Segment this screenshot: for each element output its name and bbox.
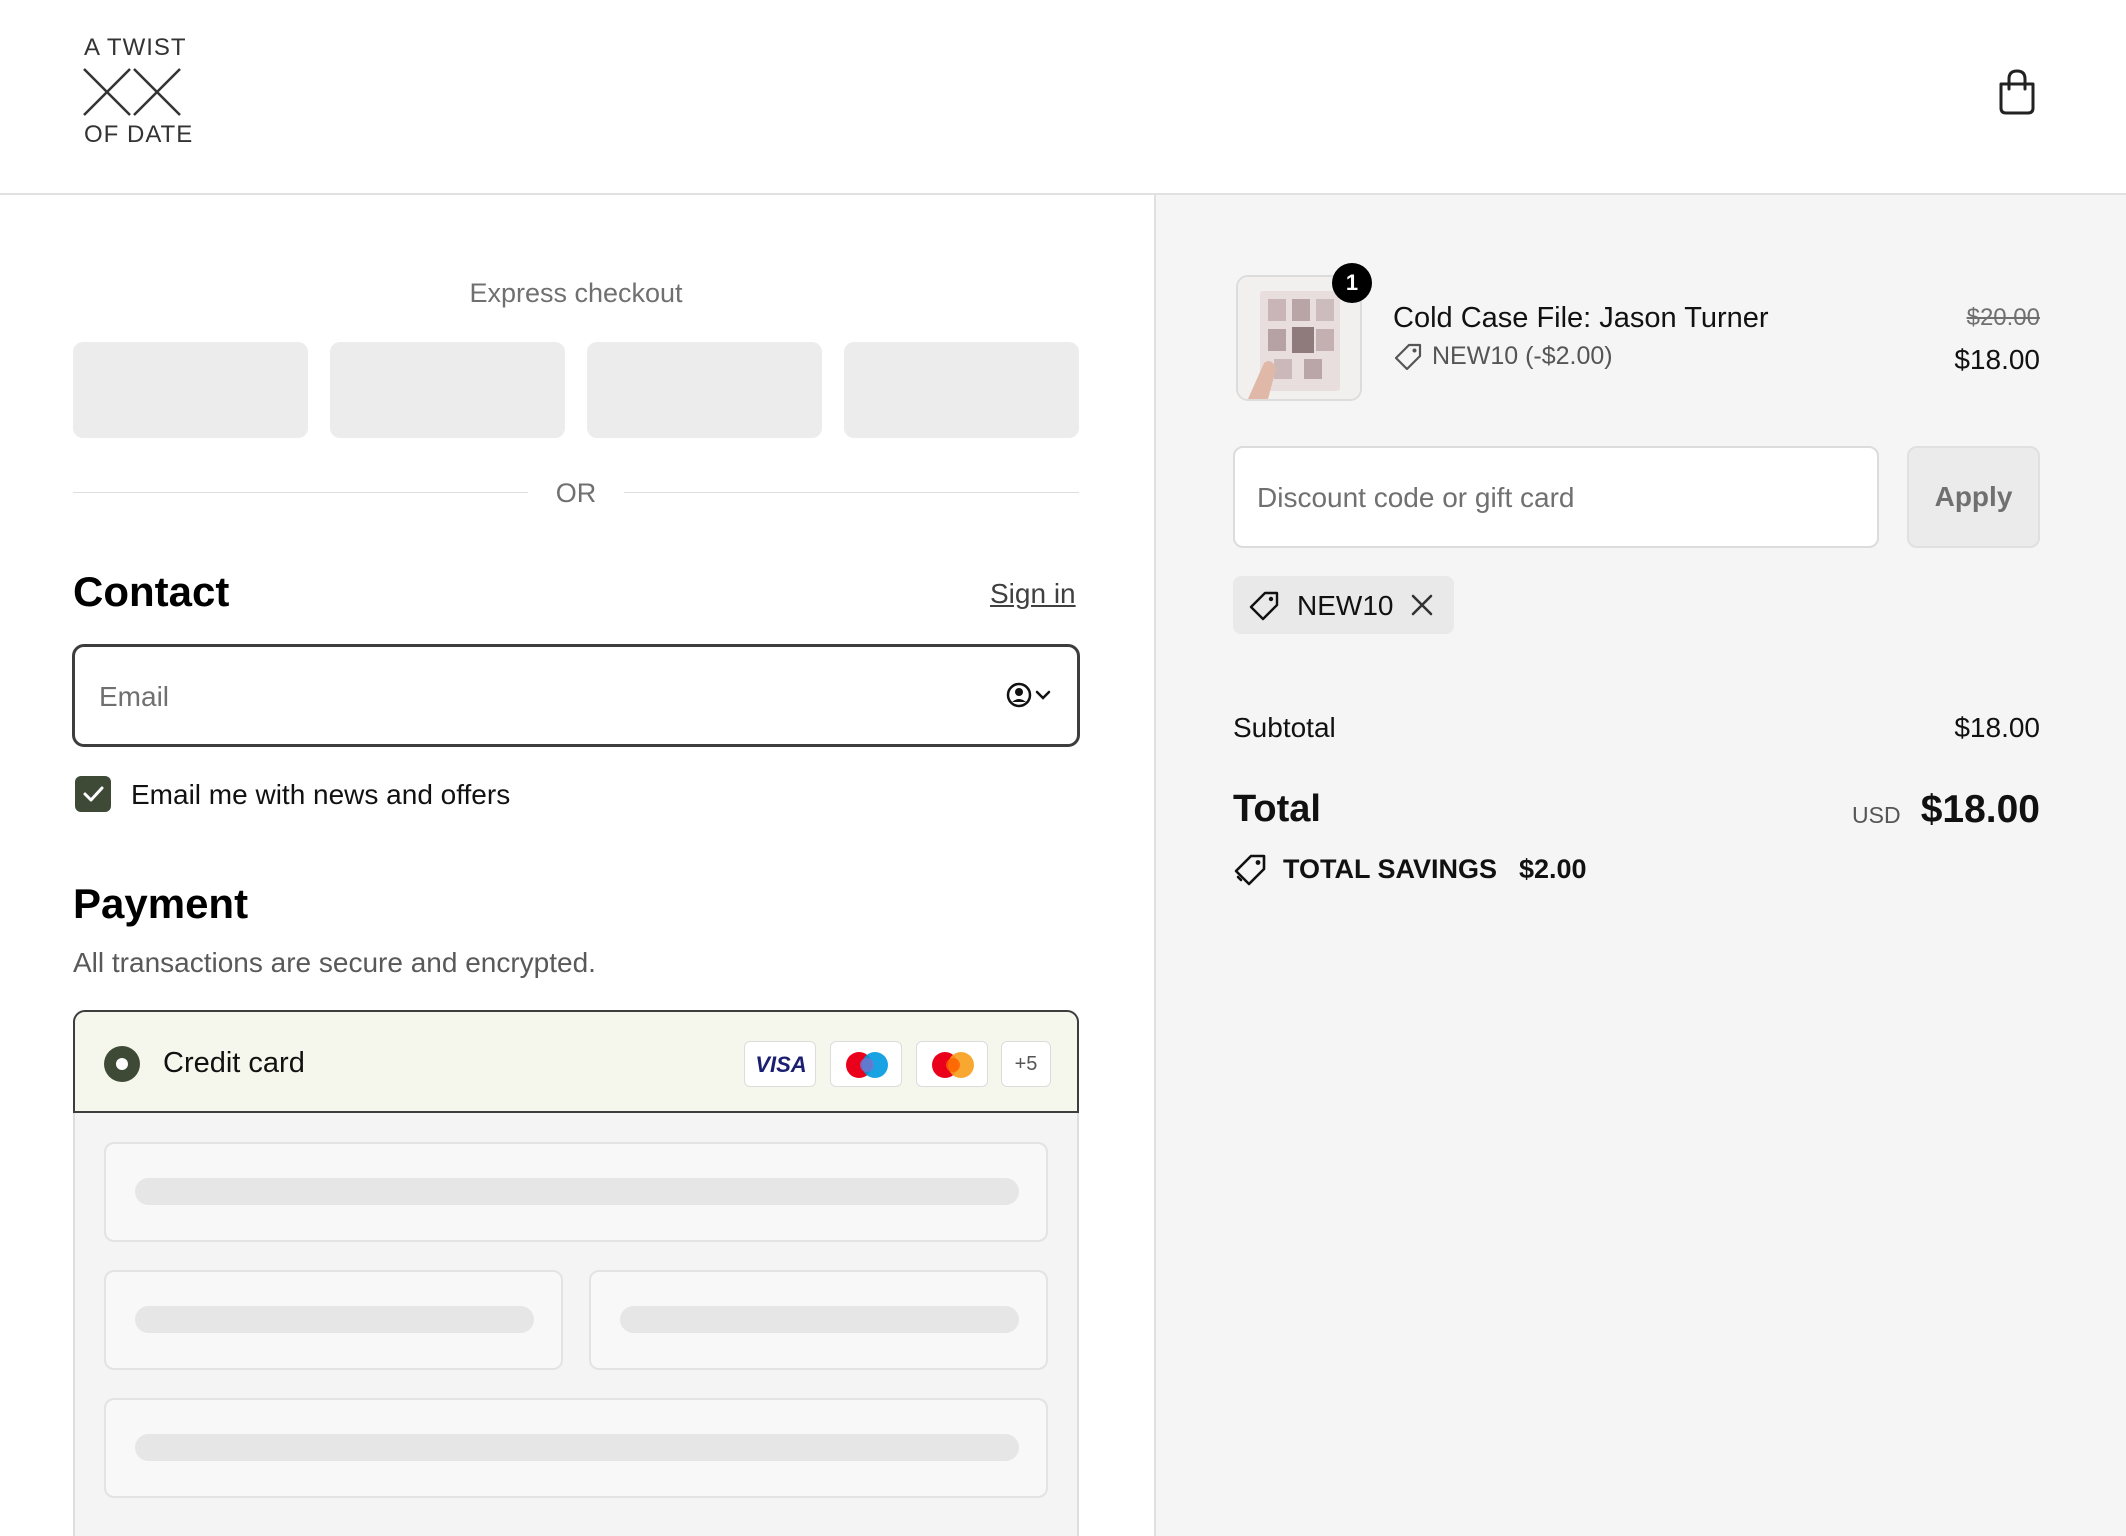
expiry-skeleton (104, 1270, 563, 1370)
apply-button[interactable]: Apply (1907, 446, 2040, 548)
payment-subtitle: All transactions are secure and encrypte… (73, 947, 596, 978)
skeleton-bar (135, 1434, 1019, 1461)
total-label: Total (1233, 788, 1321, 830)
payment-heading: Payment (73, 880, 249, 927)
discount-code-input[interactable]: Discount code or gift card (1233, 446, 1879, 548)
total-value: $18.00 (1920, 788, 2040, 831)
more-cards-badge: +5 (1001, 1041, 1051, 1087)
credit-card-label: Credit card (163, 1047, 305, 1079)
checkmark-icon (83, 786, 104, 802)
subtotal-value: $18.00 (1954, 712, 2040, 743)
credit-card-radio[interactable] (104, 1046, 140, 1082)
total-savings-label: TOTAL SAVINGS (1283, 854, 1498, 884)
express-pay-button-2[interactable] (330, 342, 565, 438)
express-pay-button-1[interactable] (73, 342, 308, 438)
discount-placeholder: Discount code or gift card (1257, 482, 1575, 513)
card-number-skeleton (104, 1142, 1048, 1242)
email-placeholder: Email (99, 681, 170, 712)
credit-card-option[interactable]: Credit card VISA +5 (73, 1010, 1079, 1113)
newsletter-label: Email me with news and offers (131, 779, 511, 810)
skeleton-bar (135, 1306, 534, 1333)
original-price: $20.00 (1966, 304, 2040, 331)
newsletter-checkbox[interactable] (75, 776, 111, 812)
account-chevron-icon[interactable] (1005, 681, 1053, 711)
visa-logo-text: VISA (755, 1052, 807, 1077)
product-name: Cold Case File: Jason Turner (1393, 302, 1769, 334)
visa-logo: VISA (744, 1041, 816, 1087)
savings-tag-icon (1234, 854, 1266, 886)
maestro-logo (830, 1041, 902, 1087)
express-pay-button-4[interactable] (844, 342, 1079, 438)
header: A TWIST OF DATE (0, 0, 2126, 195)
maestro-icon (846, 1052, 888, 1078)
logo-bottom-text: OF DATE (84, 121, 194, 148)
card-form-loading (73, 1113, 1079, 1536)
skeleton-bar (620, 1306, 1019, 1333)
logo-top-text: A TWIST (84, 34, 187, 61)
tag-icon (1394, 343, 1422, 371)
email-field[interactable]: Email (72, 644, 1080, 747)
mastercard-logo (916, 1041, 988, 1087)
tag-icon (1249, 591, 1279, 621)
remove-discount-icon[interactable] (1408, 591, 1436, 619)
total-savings-value: $2.00 (1519, 854, 1587, 884)
applied-code: NEW10 (1297, 590, 1394, 621)
discounted-price: $18.00 (1954, 344, 2040, 375)
product-discount-text: NEW10 (-$2.00) (1432, 342, 1613, 370)
store-logo[interactable]: A TWIST OF DATE (82, 34, 192, 150)
currency-label: USD (1852, 802, 1901, 828)
shopping-bag-icon[interactable] (1996, 68, 2038, 116)
express-checkout-title: Express checkout (469, 278, 683, 308)
cvv-skeleton (589, 1270, 1048, 1370)
quantity-badge: 1 (1332, 263, 1372, 303)
contact-heading: Contact (73, 568, 230, 615)
cardholder-skeleton (104, 1398, 1048, 1498)
mastercard-icon (932, 1052, 974, 1078)
applied-discount-chip: NEW10 (1233, 576, 1454, 634)
skeleton-bar (135, 1178, 1019, 1205)
or-divider: OR (73, 478, 1079, 508)
subtotal-label: Subtotal (1233, 712, 1336, 743)
sign-in-link[interactable]: Sign in (990, 578, 1076, 610)
or-text: OR (555, 478, 597, 508)
express-pay-button-3[interactable] (587, 342, 822, 438)
logo-cross-icon (83, 68, 181, 116)
